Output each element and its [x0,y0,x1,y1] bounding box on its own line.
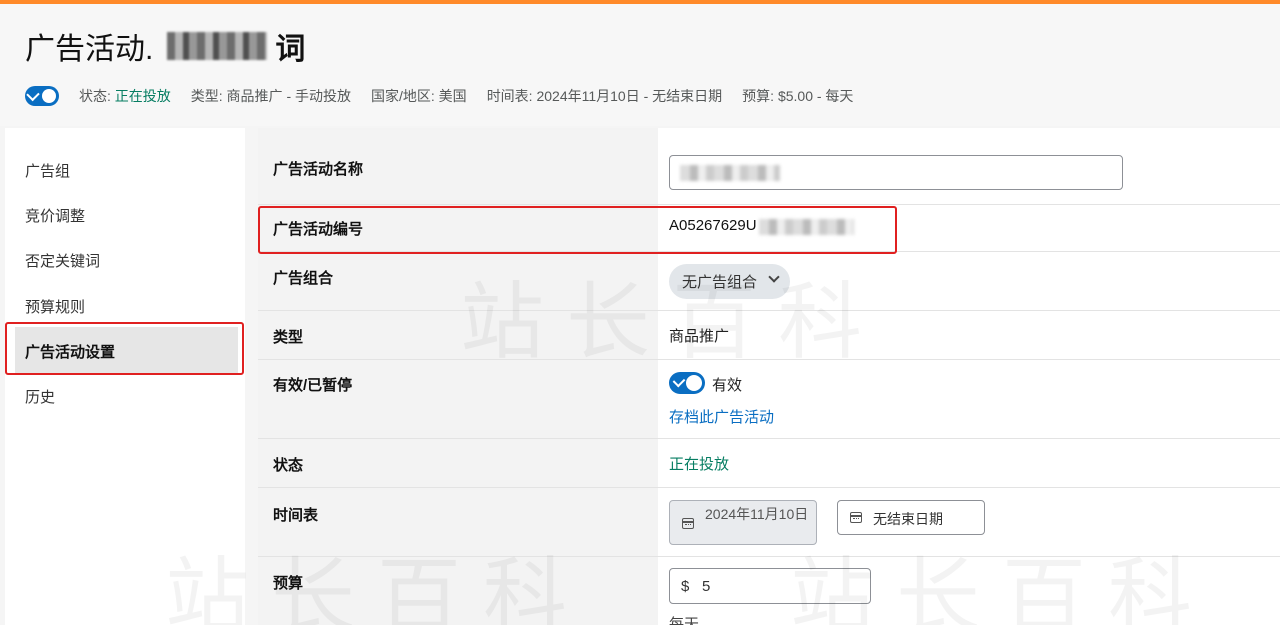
row-divider [258,438,1280,439]
calendar-icon [682,518,694,529]
campaign-header: 广告活动. 词 状态: 正在投放 类型: 商品推广 - 手动投放 国家/地区: … [0,4,1280,126]
summary-status: 状态: 正在投放 [79,88,171,104]
row-divider [258,359,1280,360]
budget-label: 预算 [273,575,304,592]
row-divider [258,204,1280,205]
sidebar-item-bid-adjustments[interactable]: 竞价调整 [25,205,85,226]
campaign-id-highlight-box [258,206,897,254]
summary-country: 国家/地区: 美国 [371,88,467,104]
sidebar-item-budget-rules[interactable]: 预算规则 [25,296,85,317]
portfolio-select-value: 无广告组合 [682,274,758,291]
portfolio-label: 广告组合 [273,270,334,287]
summary-budget: 预算: $5.00 - 每天 [742,88,854,104]
calendar-icon [850,512,862,523]
sidebar-item-ad-groups[interactable]: 广告组 [25,160,70,181]
sidebar-nav: 广告组 竞价调整 否定关键词 预算规则 广告活动设置 历史 [5,128,245,625]
row-divider [258,310,1280,311]
summary-schedule: 时间表: 2024年11月10日 - 无结束日期 [486,88,723,104]
active-paused-label: 有效/已暂停 [273,377,353,394]
settings-panel: 广告活动名称 广告活动编号 A05267629U 广告组合 无广告组合 类型 商… [258,128,1280,625]
summary-status-value: 正在投放 [114,88,171,104]
campaign-name-input[interactable] [669,155,1123,190]
sidebar-item-negative-keywords[interactable]: 否定关键词 [25,250,100,271]
active-toggle-label: 有效 [712,377,743,394]
currency-symbol: $ [681,578,690,595]
row-divider [258,487,1280,488]
end-date-value: 无结束日期 [873,511,943,527]
start-date-value: 2024年11月10日 [705,506,809,522]
type-label: 类型 [273,329,304,346]
title-redacted [167,32,268,60]
sidebar-item-history[interactable]: 历史 [25,386,55,407]
chevron-down-icon [768,271,780,283]
portfolio-select[interactable]: 无广告组合 [669,264,790,299]
title-prefix: 广告活动. [25,33,154,66]
start-date-field[interactable]: 2024年11月10日 [669,500,817,545]
title-tail: 词 [275,33,306,66]
status-label: 状态 [273,457,304,474]
active-toggle[interactable] [669,372,705,394]
budget-period: 每天 [669,616,700,625]
page-title: 广告活动. 词 [25,26,305,66]
summary-type: 类型: 商品推广 - 手动投放 [190,88,352,104]
end-date-field[interactable]: 无结束日期 [837,500,985,535]
campaign-name-label: 广告活动名称 [273,161,364,178]
type-value: 商品推广 [669,328,730,345]
campaign-enabled-toggle[interactable] [25,86,59,106]
row-divider [258,556,1280,557]
status-value: 正在投放 [669,456,730,473]
schedule-label: 时间表 [273,507,319,524]
budget-input[interactable]: $ 5 [669,568,871,604]
sidebar-highlight-box [5,322,244,375]
campaign-summary-bar: 状态: 正在投放 类型: 商品推广 - 手动投放 国家/地区: 美国 时间表: … [25,86,873,106]
budget-input-value: 5 [702,578,711,595]
archive-campaign-link[interactable]: 存档此广告活动 [669,406,774,427]
campaign-name-redacted [680,165,780,181]
